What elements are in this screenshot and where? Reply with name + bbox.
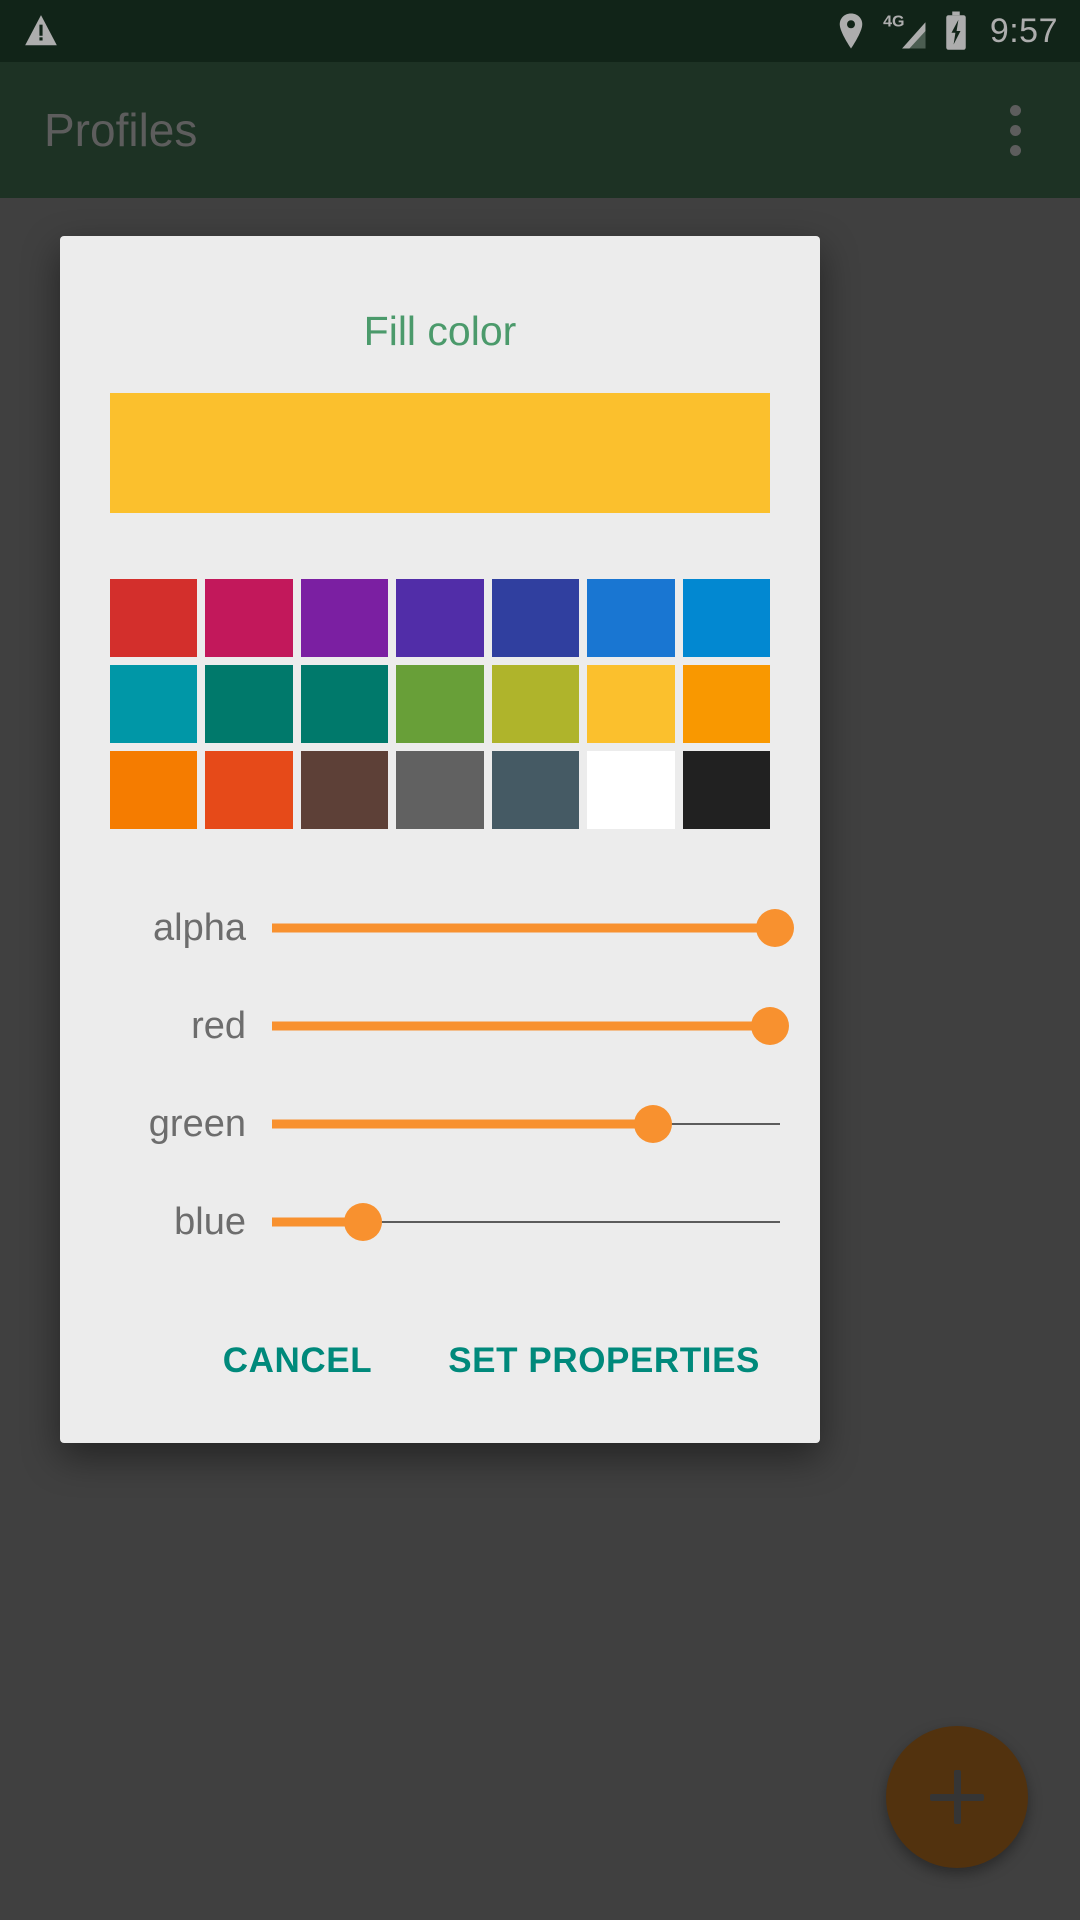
color-swatch-deep-orange[interactable] (205, 751, 293, 829)
slider-row-red: red (60, 977, 792, 1075)
color-swatch-black[interactable] (682, 751, 770, 829)
slider-thumb-red[interactable] (750, 1007, 789, 1045)
slider-blue[interactable] (272, 1201, 780, 1243)
color-swatch-deep-purple[interactable] (396, 579, 484, 657)
color-swatch-purple[interactable] (300, 579, 389, 657)
slider-label-green: green (148, 1102, 246, 1145)
color-swatch-cyan[interactable] (110, 665, 198, 743)
slider-row-alpha: alpha (60, 879, 794, 977)
set-properties-button[interactable]: SET PROPERTIES (444, 1335, 764, 1387)
color-swatch-red[interactable] (110, 579, 198, 657)
color-swatch-blue-grey[interactable] (491, 751, 580, 829)
color-swatch-teal[interactable] (205, 665, 293, 743)
color-preview-swatch (110, 393, 770, 513)
slider-thumb-green[interactable] (634, 1105, 672, 1143)
color-swatch-green-teal[interactable] (300, 665, 389, 743)
color-swatch-grey[interactable] (396, 751, 484, 829)
color-swatch-white[interactable] (587, 751, 675, 829)
slider-track-fill (272, 923, 775, 933)
slider-thumb-blue[interactable] (344, 1203, 383, 1241)
fill-color-dialog: Fill color alpha red green blue CANCEL SET … (60, 236, 820, 1443)
color-swatch-indigo[interactable] (491, 579, 580, 657)
slider-track-fill (272, 1021, 770, 1031)
slider-row-blue: blue (60, 1173, 792, 1271)
slider-track-fill (272, 1119, 653, 1129)
color-swatch-orange[interactable] (682, 665, 770, 743)
color-swatch-lime[interactable] (491, 665, 580, 743)
color-palette-grid (110, 579, 770, 829)
dialog-actions: CANCEL SET PROPERTIES (60, 1271, 820, 1443)
slider-label-red: red (191, 1004, 246, 1047)
cancel-button[interactable]: CANCEL (219, 1335, 376, 1387)
color-swatch-light-blue[interactable] (682, 579, 770, 657)
slider-alpha[interactable] (272, 907, 794, 949)
slider-red[interactable] (272, 1005, 789, 1047)
slider-label-blue: blue (174, 1200, 246, 1243)
slider-row-green: green (60, 1075, 792, 1173)
rgba-sliders: alpha red green blue (60, 879, 820, 1271)
color-swatch-amber[interactable] (587, 665, 675, 743)
color-swatch-blue[interactable] (587, 579, 675, 657)
color-swatch-light-green[interactable] (396, 665, 484, 743)
slider-green[interactable] (272, 1103, 780, 1145)
slider-thumb-alpha[interactable] (755, 909, 794, 947)
slider-label-alpha: alpha (153, 906, 246, 949)
dialog-title: Fill color (363, 308, 517, 354)
color-swatch-brown[interactable] (300, 751, 389, 829)
color-swatch-pink[interactable] (205, 579, 293, 657)
color-swatch-dark-orange[interactable] (110, 751, 198, 829)
